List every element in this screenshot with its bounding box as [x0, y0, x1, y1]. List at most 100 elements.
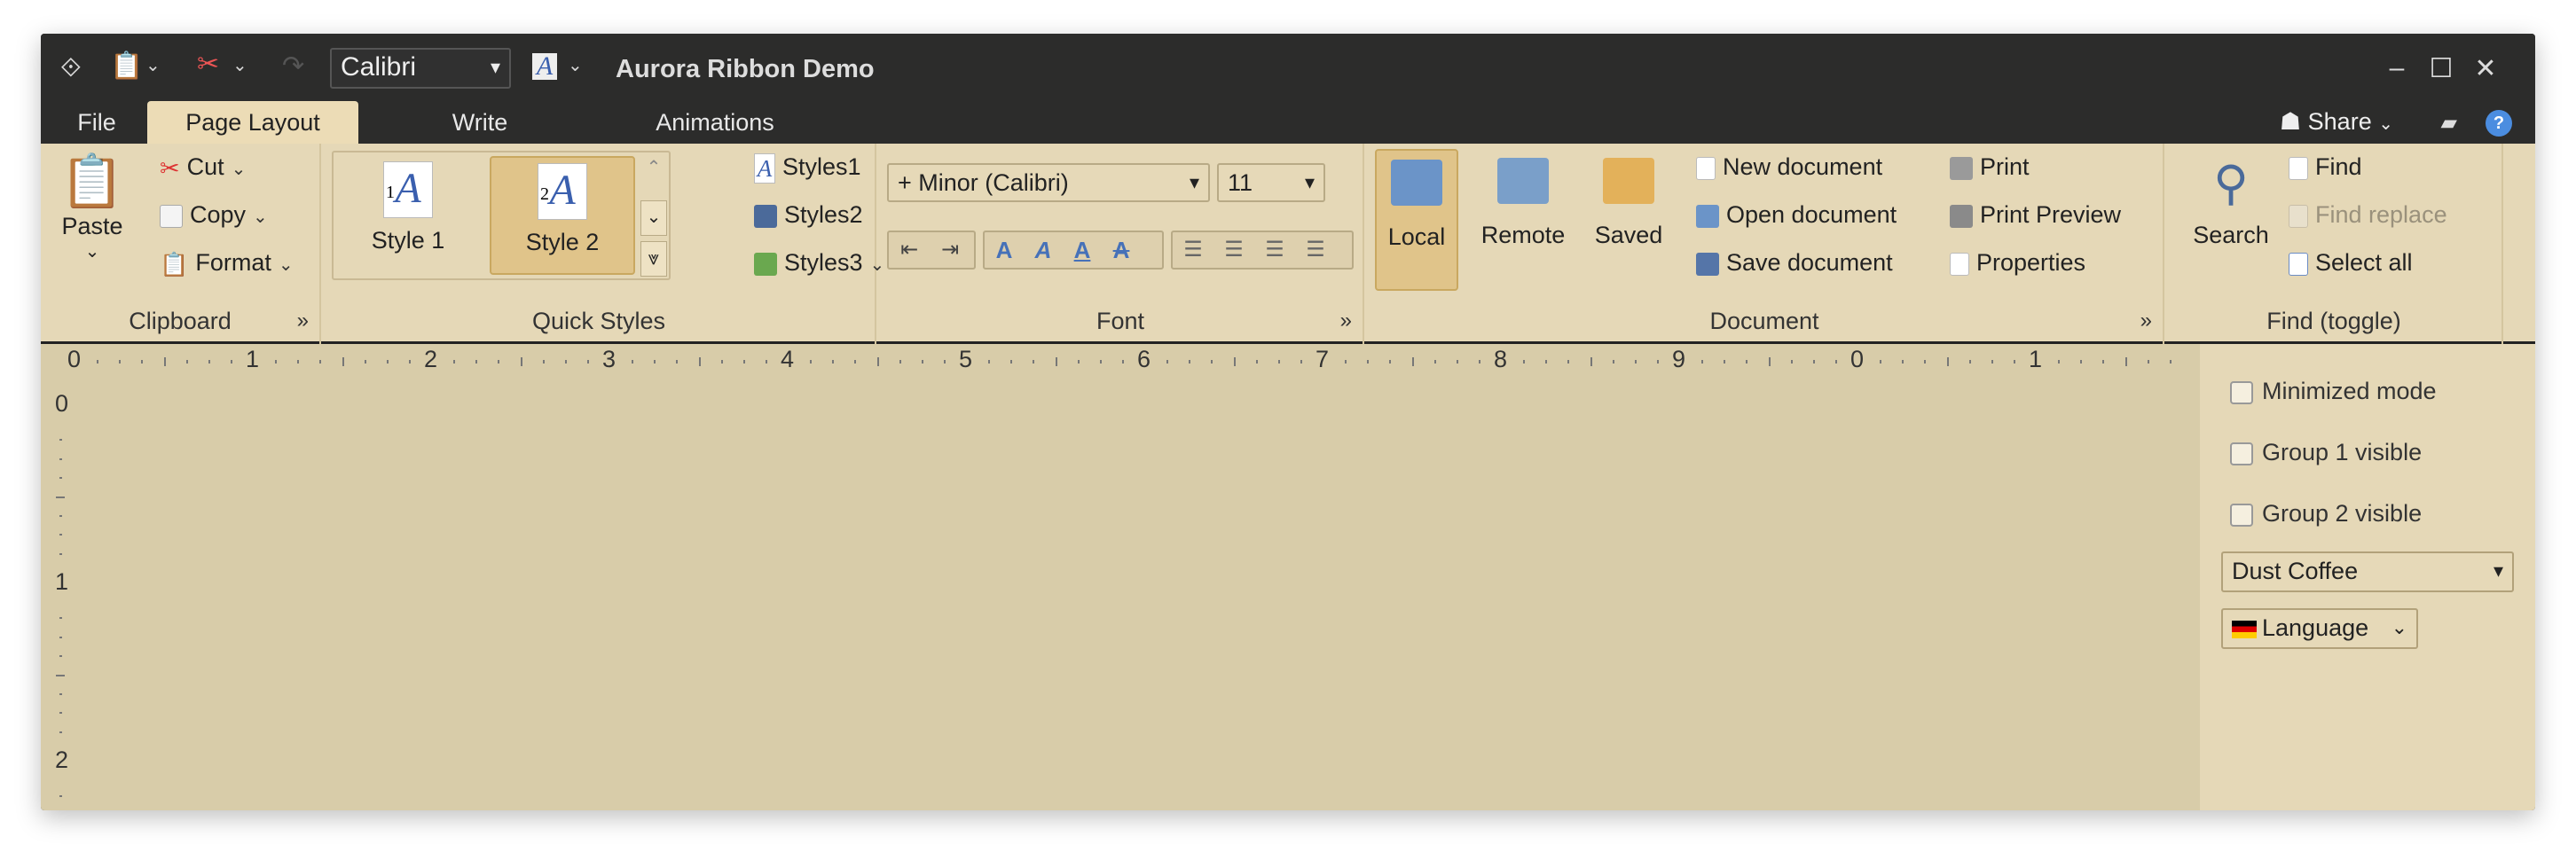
- chevron-down-icon: ⌄: [278, 255, 294, 275]
- minimized-mode-checkbox[interactable]: Minimized mode: [2230, 378, 2437, 405]
- title-bar: ⟐ 📋 ⌄ ✂ ⌄ ↷ Calibri ▾ A ⌄ Aurora Ribbon …: [41, 34, 2535, 106]
- skin-select[interactable]: Dust Coffee ▾: [2221, 551, 2514, 592]
- save-document-button[interactable]: Save document: [1696, 248, 1893, 277]
- indent-increase-icon[interactable]: ⇥: [930, 232, 970, 268]
- style1-button[interactable]: A1 Style 1: [337, 156, 479, 277]
- cut-quick-icon[interactable]: ✂: [197, 51, 219, 78]
- group-find: ⚲ Search Find Find replace Select all Fi…: [2166, 144, 2503, 344]
- ruler-number: 0: [55, 390, 69, 417]
- ruler-tick: [854, 360, 857, 364]
- styles2-button[interactable]: Styles2: [754, 200, 863, 229]
- minimize-button[interactable]: –: [2379, 53, 2415, 83]
- dialog-launcher-icon[interactable]: »: [1340, 309, 1352, 333]
- ruler-tick: [141, 360, 144, 364]
- tab-animations[interactable]: Animations: [626, 101, 804, 144]
- strikethrough-a-icon[interactable]: A: [1102, 232, 1141, 268]
- new-document-icon: [1696, 156, 1716, 180]
- find-label: Find: [2315, 153, 2362, 180]
- font-combo-quick[interactable]: Calibri ▾: [330, 48, 511, 89]
- ruler-tick: [230, 360, 232, 364]
- align-center-icon[interactable]: ☰: [1213, 232, 1254, 268]
- document-canvas[interactable]: 0 1 2 3 4 5 6 7 8 9 0 1 0 1 2: [41, 344, 2200, 810]
- underline-a-icon[interactable]: A: [1063, 232, 1102, 268]
- italic-a-icon[interactable]: A: [1024, 232, 1063, 268]
- ruler-tick: [698, 357, 701, 366]
- save-icon: [1696, 252, 1719, 276]
- saved-button[interactable]: Saved: [1583, 149, 1675, 291]
- open-document-label: Open document: [1726, 201, 1897, 228]
- folder-icon: [1391, 160, 1442, 206]
- print-button[interactable]: Print: [1950, 152, 2030, 181]
- search-button[interactable]: ⚲ Search: [2182, 152, 2280, 249]
- style-quick-icon[interactable]: A: [532, 53, 557, 80]
- chevron-down-icon[interactable]: ⌄: [568, 57, 583, 74]
- app-menu-icon[interactable]: ⟐: [60, 55, 82, 82]
- indent-decrease-icon[interactable]: ⇤: [889, 232, 930, 268]
- cut-button[interactable]: ✂ Cut ⌄: [160, 152, 246, 184]
- paste-button[interactable]: 📋 Paste ⌄: [53, 151, 131, 262]
- skin-value: Dust Coffee: [2232, 558, 2359, 584]
- find-replace-label: Find replace: [2315, 201, 2447, 228]
- open-document-button[interactable]: Open document: [1696, 200, 1897, 229]
- ruler-tick: [876, 357, 879, 366]
- tab-page-layout[interactable]: Page Layout: [147, 101, 358, 144]
- gallery-scroll-up-icon[interactable]: ⌃: [640, 156, 667, 178]
- find-button[interactable]: Find: [2289, 152, 2362, 181]
- group2-visible-checkbox[interactable]: Group 2 visible: [2230, 500, 2422, 528]
- gallery-scroll-down-icon[interactable]: ⌄: [640, 200, 667, 236]
- align-right-icon[interactable]: ☰: [1254, 232, 1295, 268]
- close-button[interactable]: ✕: [2468, 53, 2503, 84]
- ruler-tick: [1433, 360, 1436, 364]
- paste-quick-icon[interactable]: 📋: [110, 53, 143, 80]
- ribbon-band: 📋 Paste ⌄ ✂ Cut ⌄ Copy ⌄ 📋 Format ⌄ Clipboard…: [41, 144, 2535, 344]
- styles3-button[interactable]: Styles3 ⌄: [754, 248, 884, 279]
- tab-file[interactable]: File: [66, 101, 128, 144]
- font-family-select[interactable]: + Minor (Calibri) ▾: [887, 163, 1210, 202]
- ruler-tick: [2102, 360, 2105, 364]
- font-size-select[interactable]: 11 ▾: [1217, 163, 1325, 202]
- ruler-tick: [364, 360, 366, 364]
- tab-write[interactable]: Write: [422, 101, 538, 144]
- share-button[interactable]: ☗ Share ⌄: [2280, 108, 2393, 136]
- chevron-down-icon[interactable]: ⌄: [232, 57, 247, 74]
- copy-label: Copy: [190, 201, 247, 228]
- new-document-button[interactable]: New document: [1696, 152, 1882, 181]
- redo-icon[interactable]: ↷: [282, 53, 304, 80]
- print-preview-button[interactable]: Print Preview: [1950, 200, 2121, 229]
- local-button[interactable]: Local: [1375, 149, 1458, 291]
- dialog-launcher-icon[interactable]: »: [2140, 309, 2152, 333]
- help-icon[interactable]: ?: [2486, 110, 2512, 137]
- bold-a-icon[interactable]: A: [985, 232, 1024, 268]
- chat-icon[interactable]: ▰: [2441, 110, 2457, 136]
- minimized-mode-label: Minimized mode: [2262, 378, 2437, 404]
- maximize-button[interactable]: ☐: [2423, 53, 2459, 84]
- new-document-label: New document: [1723, 153, 1883, 180]
- group1-visible-checkbox[interactable]: Group 1 visible: [2230, 439, 2422, 466]
- open-folder-icon: [1696, 204, 1719, 228]
- language-select[interactable]: Language ⌄: [2221, 608, 2418, 649]
- style-a-small-icon: A: [754, 152, 775, 184]
- ruler-tick: [899, 360, 901, 364]
- copy-button[interactable]: Copy ⌄: [160, 200, 268, 231]
- format-button[interactable]: 📋 Format ⌄: [160, 248, 294, 279]
- ruler-tick: [2013, 360, 2015, 364]
- ribbon-tabs: File Page Layout Write Animations ☗ Shar…: [41, 101, 2535, 144]
- chevron-down-icon[interactable]: ⌄: [145, 57, 161, 74]
- align-justify-icon[interactable]: ☰: [1295, 232, 1336, 268]
- align-left-icon[interactable]: ☰: [1173, 232, 1213, 268]
- style2-button[interactable]: A2 Style 2: [490, 156, 635, 275]
- ruler-tick: [59, 552, 62, 555]
- gallery-expand-icon[interactable]: ⩔: [640, 241, 667, 277]
- chevron-down-icon: ⌄: [231, 160, 247, 179]
- select-all-button[interactable]: Select all: [2289, 248, 2413, 277]
- styles1-button[interactable]: A Styles1: [754, 152, 861, 184]
- ruler-tick: [59, 731, 62, 733]
- remote-button[interactable]: Remote: [1474, 149, 1572, 291]
- checkbox-box: [2230, 503, 2253, 527]
- find-replace-button[interactable]: Find replace: [2289, 200, 2447, 229]
- ruler-number: 5: [959, 346, 973, 372]
- group-label: Font: [1096, 308, 1145, 334]
- dialog-launcher-icon[interactable]: »: [297, 309, 309, 333]
- ruler-tick: [1010, 360, 1013, 364]
- properties-button[interactable]: Properties: [1950, 248, 2085, 277]
